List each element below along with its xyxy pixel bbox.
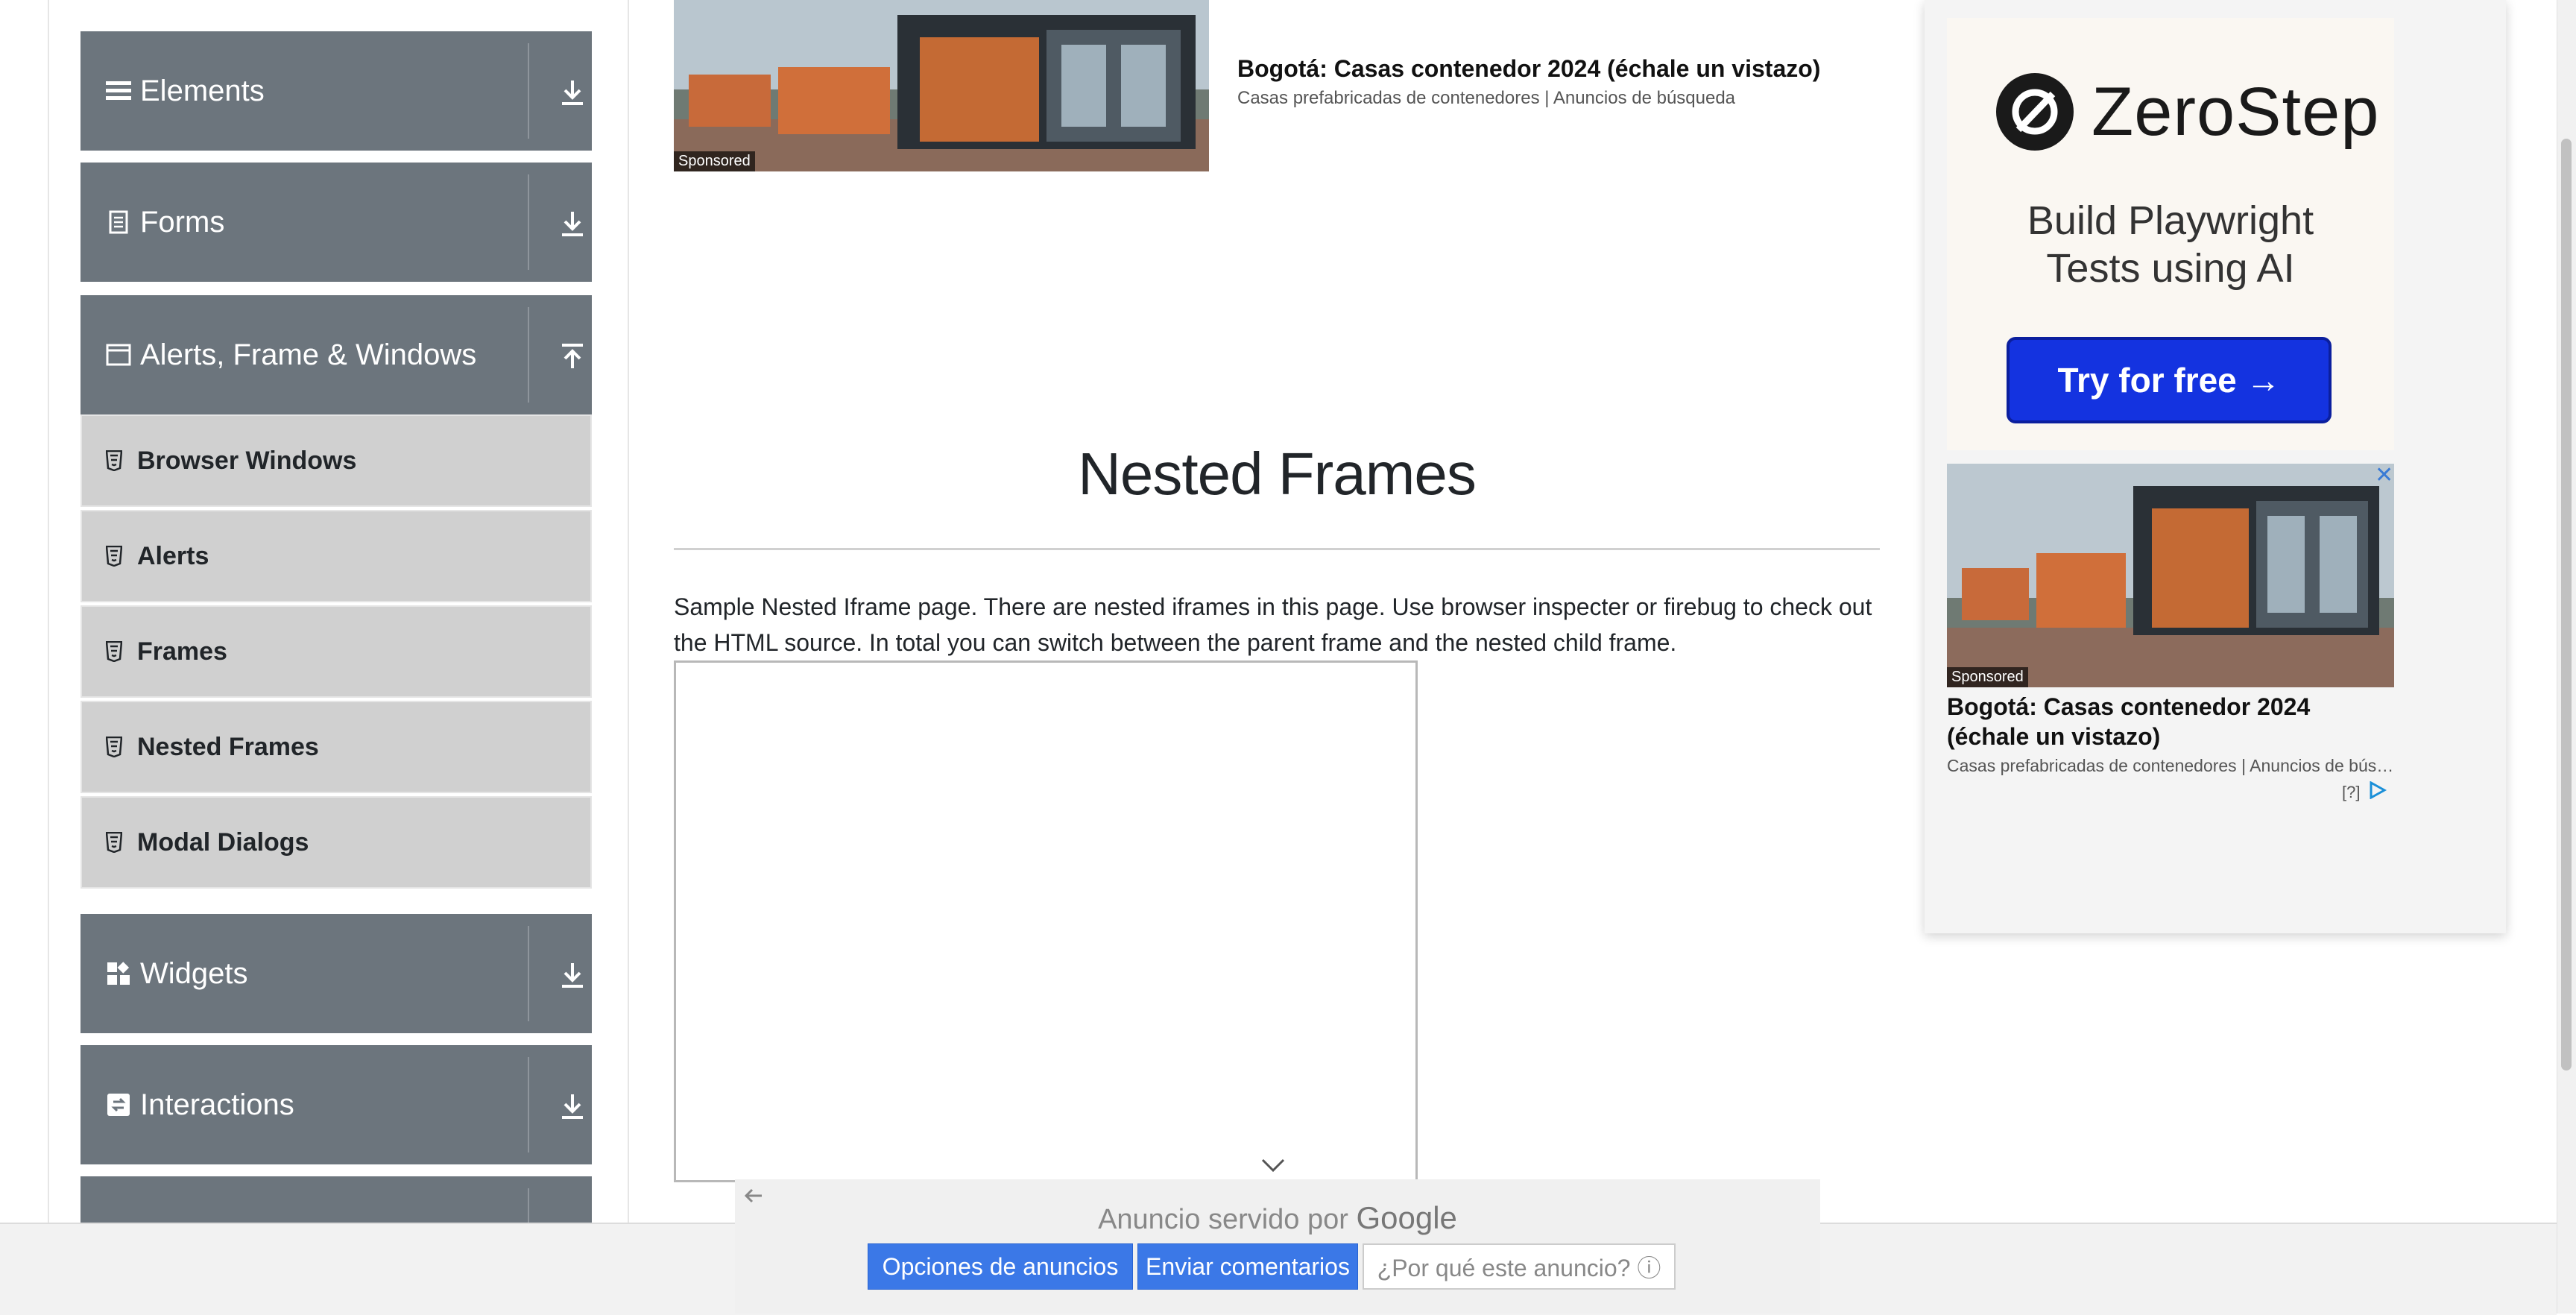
group-label: Forms	[140, 205, 225, 239]
upload-arrow-icon[interactable]	[552, 335, 593, 377]
sidebar-item-label: Frames	[137, 637, 227, 666]
group-separator	[528, 1057, 529, 1152]
anchor-ad-panel: Anuncio servido por Google Opciones de a…	[735, 1179, 1820, 1314]
chevron-down-icon[interactable]	[1261, 1151, 1285, 1180]
page-title: Nested Frames	[1078, 441, 1477, 507]
download-arrow-icon[interactable]	[552, 72, 593, 113]
zerostep-brand: ZeroStep	[2092, 73, 2380, 150]
download-arrow-icon[interactable]	[552, 1085, 593, 1127]
try-for-free-button[interactable]: Try for free →	[2007, 337, 2332, 423]
group-forms[interactable]: Forms	[80, 163, 592, 282]
sidebar-left-border	[48, 0, 49, 1223]
html5-icon	[104, 736, 124, 758]
ad-subtitle: Casas prefabricadas de contenedores | An…	[1237, 88, 1736, 108]
right-ad-subtitle: Casas prefabricadas de contenedores | An…	[1947, 756, 2394, 775]
sidebar-right-border	[628, 0, 629, 1223]
widgets-icon	[106, 961, 131, 986]
interactions-icon	[106, 1092, 131, 1117]
download-arrow-icon[interactable]	[552, 203, 593, 245]
sidebar-item-alerts[interactable]: Alerts	[80, 510, 592, 602]
ad-options-button[interactable]: Opciones de anuncios	[868, 1243, 1133, 1290]
group-interactions[interactable]: Interactions	[80, 1045, 592, 1164]
sidebar-item-modal-dialogs[interactable]: Modal Dialogs	[80, 796, 592, 889]
sidebar-item-label: Browser Windows	[137, 446, 357, 475]
html5-icon	[104, 640, 124, 663]
right-ad-title[interactable]: Bogotá: Casas contenedor 2024 (échale un…	[1947, 692, 2394, 751]
parent-iframe[interactable]	[674, 660, 1418, 1182]
headline-line-1: Build Playwright	[2027, 198, 2314, 243]
google-logo: Google	[1356, 1200, 1457, 1235]
adchoices-icon[interactable]	[2369, 781, 2387, 803]
right-ad-panel[interactable]: ZeroStep Build Playwright Tests using AI…	[1925, 0, 2506, 933]
sidebar-item-label: Modal Dialogs	[137, 827, 309, 857]
sidebar-item-browser-windows[interactable]: Browser Windows	[80, 414, 592, 507]
headline-line-2: Tests using AI	[2046, 246, 2295, 291]
why-this-ad-button[interactable]: ¿Por qué este anuncio? ⓘ	[1363, 1243, 1676, 1290]
scrollbar-thumb[interactable]	[2561, 139, 2572, 1070]
group-label: Interactions	[140, 1088, 294, 1121]
sidebar-item-label: Alerts	[137, 541, 209, 570]
group-label: Alerts, Frame & Windows	[140, 338, 477, 371]
form-icon	[106, 209, 131, 235]
ad-help-link[interactable]: [?]	[2342, 783, 2360, 802]
group-separator	[528, 926, 529, 1021]
html5-icon	[104, 450, 124, 472]
zerostep-headline: Build Playwright Tests using AI	[1947, 197, 2394, 292]
sidebar-item-frames[interactable]: Frames	[80, 605, 592, 698]
ad-served-by: Anuncio servido por Google	[735, 1200, 1820, 1236]
right-ad-image[interactable]: Sponsored	[1947, 464, 2394, 687]
ad-close-icon[interactable]: ✕	[2375, 462, 2393, 488]
html5-icon	[104, 545, 124, 567]
sidebar-item-nested-frames[interactable]: Nested Frames	[80, 701, 592, 793]
sidebar-item-label: Nested Frames	[137, 732, 319, 761]
group-elements[interactable]: Elements	[80, 31, 592, 151]
sponsored-tag: Sponsored	[674, 151, 755, 171]
download-arrow-icon[interactable]	[552, 954, 593, 996]
group-label: Widgets	[140, 956, 248, 990]
page-description: Sample Nested Iframe page. There are nes…	[674, 593, 1872, 656]
served-by-text: Anuncio servido por	[1098, 1204, 1348, 1235]
group-separator	[528, 307, 529, 403]
send-feedback-button[interactable]: Enviar comentarios	[1137, 1243, 1358, 1290]
group-separator	[528, 43, 529, 139]
window-icon	[106, 342, 131, 368]
zerostep-logo-icon	[1996, 73, 2074, 151]
group-separator	[528, 174, 529, 270]
sponsored-tag: Sponsored	[1947, 667, 2028, 687]
title-divider	[674, 548, 1880, 550]
list-icon	[106, 78, 131, 104]
html5-icon	[104, 831, 124, 854]
group-label: Elements	[140, 74, 265, 107]
group-alerts-frame-windows[interactable]: Alerts, Frame & Windows	[80, 295, 592, 414]
zerostep-logo: ZeroStep	[1995, 72, 2379, 152]
zerostep-ad-card[interactable]: ZeroStep Build Playwright Tests using AI…	[1947, 18, 2394, 450]
sponsored-ad-image[interactable]: Sponsored	[674, 0, 1209, 171]
group-widgets[interactable]: Widgets	[80, 914, 592, 1033]
ad-title-link[interactable]: Bogotá: Casas contenedor 2024 (échale un…	[1237, 55, 1820, 83]
